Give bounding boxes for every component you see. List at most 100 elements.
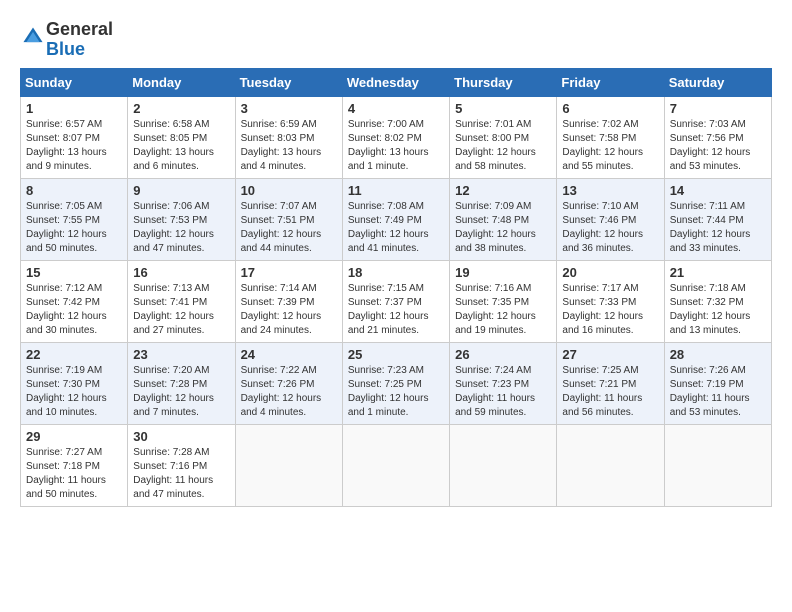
day-info: Sunrise: 7:07 AM Sunset: 7:51 PM Dayligh…: [241, 200, 337, 256]
calendar-cell: 26 Sunrise: 7:24 AM Sunset: 7:23 PM Dayli…: [450, 342, 557, 424]
calendar-table: SundayMondayTuesdayWednesdayThursdayFrid…: [20, 68, 772, 507]
day-number: 11: [348, 183, 444, 198]
calendar-cell: 1 Sunrise: 6:57 AM Sunset: 8:07 PM Daylig…: [21, 96, 128, 178]
day-info: Sunrise: 7:09 AM Sunset: 7:48 PM Dayligh…: [455, 200, 551, 256]
calendar-cell: 23 Sunrise: 7:20 AM Sunset: 7:28 PM Dayli…: [128, 342, 235, 424]
day-number: 22: [26, 347, 122, 362]
day-info: Sunrise: 7:18 AM Sunset: 7:32 PM Dayligh…: [670, 282, 766, 338]
day-info: Sunrise: 7:00 AM Sunset: 8:02 PM Dayligh…: [348, 118, 444, 174]
calendar-week-row: 15 Sunrise: 7:12 AM Sunset: 7:42 PM Dayli…: [21, 260, 772, 342]
day-number: 7: [670, 101, 766, 116]
day-info: Sunrise: 7:14 AM Sunset: 7:39 PM Dayligh…: [241, 282, 337, 338]
calendar-cell: 18 Sunrise: 7:15 AM Sunset: 7:37 PM Dayli…: [342, 260, 449, 342]
day-info: Sunrise: 7:02 AM Sunset: 7:58 PM Dayligh…: [562, 118, 658, 174]
calendar-cell: [557, 424, 664, 506]
calendar-week-row: 8 Sunrise: 7:05 AM Sunset: 7:55 PM Daylig…: [21, 178, 772, 260]
day-number: 20: [562, 265, 658, 280]
day-info: Sunrise: 7:03 AM Sunset: 7:56 PM Dayligh…: [670, 118, 766, 174]
logo: General Blue: [20, 20, 113, 60]
day-number: 24: [241, 347, 337, 362]
day-info: Sunrise: 7:22 AM Sunset: 7:26 PM Dayligh…: [241, 364, 337, 420]
day-number: 27: [562, 347, 658, 362]
day-number: 28: [670, 347, 766, 362]
page-header: General Blue: [20, 20, 772, 60]
day-number: 30: [133, 429, 229, 444]
calendar-cell: 11 Sunrise: 7:08 AM Sunset: 7:49 PM Dayli…: [342, 178, 449, 260]
weekday-header-thursday: Thursday: [450, 68, 557, 96]
day-info: Sunrise: 7:20 AM Sunset: 7:28 PM Dayligh…: [133, 364, 229, 420]
day-info: Sunrise: 7:26 AM Sunset: 7:19 PM Dayligh…: [670, 364, 766, 420]
day-number: 16: [133, 265, 229, 280]
day-info: Sunrise: 7:08 AM Sunset: 7:49 PM Dayligh…: [348, 200, 444, 256]
day-info: Sunrise: 7:10 AM Sunset: 7:46 PM Dayligh…: [562, 200, 658, 256]
calendar-cell: [235, 424, 342, 506]
calendar-cell: 5 Sunrise: 7:01 AM Sunset: 8:00 PM Daylig…: [450, 96, 557, 178]
weekday-header-sunday: Sunday: [21, 68, 128, 96]
calendar-cell: 17 Sunrise: 7:14 AM Sunset: 7:39 PM Dayli…: [235, 260, 342, 342]
day-number: 9: [133, 183, 229, 198]
day-info: Sunrise: 7:06 AM Sunset: 7:53 PM Dayligh…: [133, 200, 229, 256]
day-number: 4: [348, 101, 444, 116]
calendar-cell: 7 Sunrise: 7:03 AM Sunset: 7:56 PM Daylig…: [664, 96, 771, 178]
calendar-cell: 2 Sunrise: 6:58 AM Sunset: 8:05 PM Daylig…: [128, 96, 235, 178]
day-info: Sunrise: 7:15 AM Sunset: 7:37 PM Dayligh…: [348, 282, 444, 338]
calendar-cell: [342, 424, 449, 506]
calendar-cell: 6Sunrise: 7:02 AM Sunset: 7:58 PM Daylig…: [557, 96, 664, 178]
day-number: 8: [26, 183, 122, 198]
calendar-cell: 25Sunrise: 7:23 AM Sunset: 7:25 PM Dayli…: [342, 342, 449, 424]
day-number: 18: [348, 265, 444, 280]
day-number: 26: [455, 347, 551, 362]
weekday-header-row: SundayMondayTuesdayWednesdayThursdayFrid…: [21, 68, 772, 96]
calendar-cell: 9 Sunrise: 7:06 AM Sunset: 7:53 PM Daylig…: [128, 178, 235, 260]
day-info: Sunrise: 7:28 AM Sunset: 7:16 PM Dayligh…: [133, 446, 229, 502]
day-number: 17: [241, 265, 337, 280]
weekday-header-wednesday: Wednesday: [342, 68, 449, 96]
day-info: Sunrise: 7:24 AM Sunset: 7:23 PM Dayligh…: [455, 364, 551, 420]
day-number: 19: [455, 265, 551, 280]
day-info: Sunrise: 7:16 AM Sunset: 7:35 PM Dayligh…: [455, 282, 551, 338]
day-info: Sunrise: 7:11 AM Sunset: 7:44 PM Dayligh…: [670, 200, 766, 256]
calendar-cell: 8 Sunrise: 7:05 AM Sunset: 7:55 PM Daylig…: [21, 178, 128, 260]
day-number: 21: [670, 265, 766, 280]
calendar-cell: 3Sunrise: 6:59 AM Sunset: 8:03 PM Daylig…: [235, 96, 342, 178]
calendar-cell: 13Sunrise: 7:10 AM Sunset: 7:46 PM Dayli…: [557, 178, 664, 260]
logo-text-blue: Blue: [46, 40, 113, 60]
day-number: 2: [133, 101, 229, 116]
weekday-header-monday: Monday: [128, 68, 235, 96]
calendar-cell: 4 Sunrise: 7:00 AM Sunset: 8:02 PM Daylig…: [342, 96, 449, 178]
day-info: Sunrise: 7:12 AM Sunset: 7:42 PM Dayligh…: [26, 282, 122, 338]
calendar-cell: 21 Sunrise: 7:18 AM Sunset: 7:32 PM Dayli…: [664, 260, 771, 342]
day-number: 3: [241, 101, 337, 116]
calendar-cell: 29 Sunrise: 7:27 AM Sunset: 7:18 PM Dayli…: [21, 424, 128, 506]
day-number: 29: [26, 429, 122, 444]
day-info: Sunrise: 7:05 AM Sunset: 7:55 PM Dayligh…: [26, 200, 122, 256]
calendar-cell: [664, 424, 771, 506]
logo-text-general: General: [46, 20, 113, 40]
calendar-week-row: 22 Sunrise: 7:19 AM Sunset: 7:30 PM Dayli…: [21, 342, 772, 424]
day-number: 14: [670, 183, 766, 198]
day-info: Sunrise: 7:23 AM Sunset: 7:25 PM Dayligh…: [348, 364, 444, 420]
day-number: 10: [241, 183, 337, 198]
calendar-cell: [450, 424, 557, 506]
day-info: Sunrise: 6:58 AM Sunset: 8:05 PM Dayligh…: [133, 118, 229, 174]
day-info: Sunrise: 7:01 AM Sunset: 8:00 PM Dayligh…: [455, 118, 551, 174]
day-number: 12: [455, 183, 551, 198]
day-info: Sunrise: 7:27 AM Sunset: 7:18 PM Dayligh…: [26, 446, 122, 502]
weekday-header-saturday: Saturday: [664, 68, 771, 96]
calendar-cell: 30 Sunrise: 7:28 AM Sunset: 7:16 PM Dayli…: [128, 424, 235, 506]
day-number: 5: [455, 101, 551, 116]
day-info: Sunrise: 7:19 AM Sunset: 7:30 PM Dayligh…: [26, 364, 122, 420]
weekday-header-tuesday: Tuesday: [235, 68, 342, 96]
calendar-cell: 16Sunrise: 7:13 AM Sunset: 7:41 PM Dayli…: [128, 260, 235, 342]
calendar-cell: 19 Sunrise: 7:16 AM Sunset: 7:35 PM Dayli…: [450, 260, 557, 342]
day-info: Sunrise: 7:17 AM Sunset: 7:33 PM Dayligh…: [562, 282, 658, 338]
day-info: Sunrise: 6:57 AM Sunset: 8:07 PM Dayligh…: [26, 118, 122, 174]
day-number: 23: [133, 347, 229, 362]
calendar-cell: 15 Sunrise: 7:12 AM Sunset: 7:42 PM Dayli…: [21, 260, 128, 342]
day-number: 1: [26, 101, 122, 116]
calendar-cell: 12 Sunrise: 7:09 AM Sunset: 7:48 PM Dayli…: [450, 178, 557, 260]
day-number: 15: [26, 265, 122, 280]
calendar-week-row: 29 Sunrise: 7:27 AM Sunset: 7:18 PM Dayli…: [21, 424, 772, 506]
logo-icon: [22, 26, 44, 48]
calendar-week-row: 1 Sunrise: 6:57 AM Sunset: 8:07 PM Daylig…: [21, 96, 772, 178]
